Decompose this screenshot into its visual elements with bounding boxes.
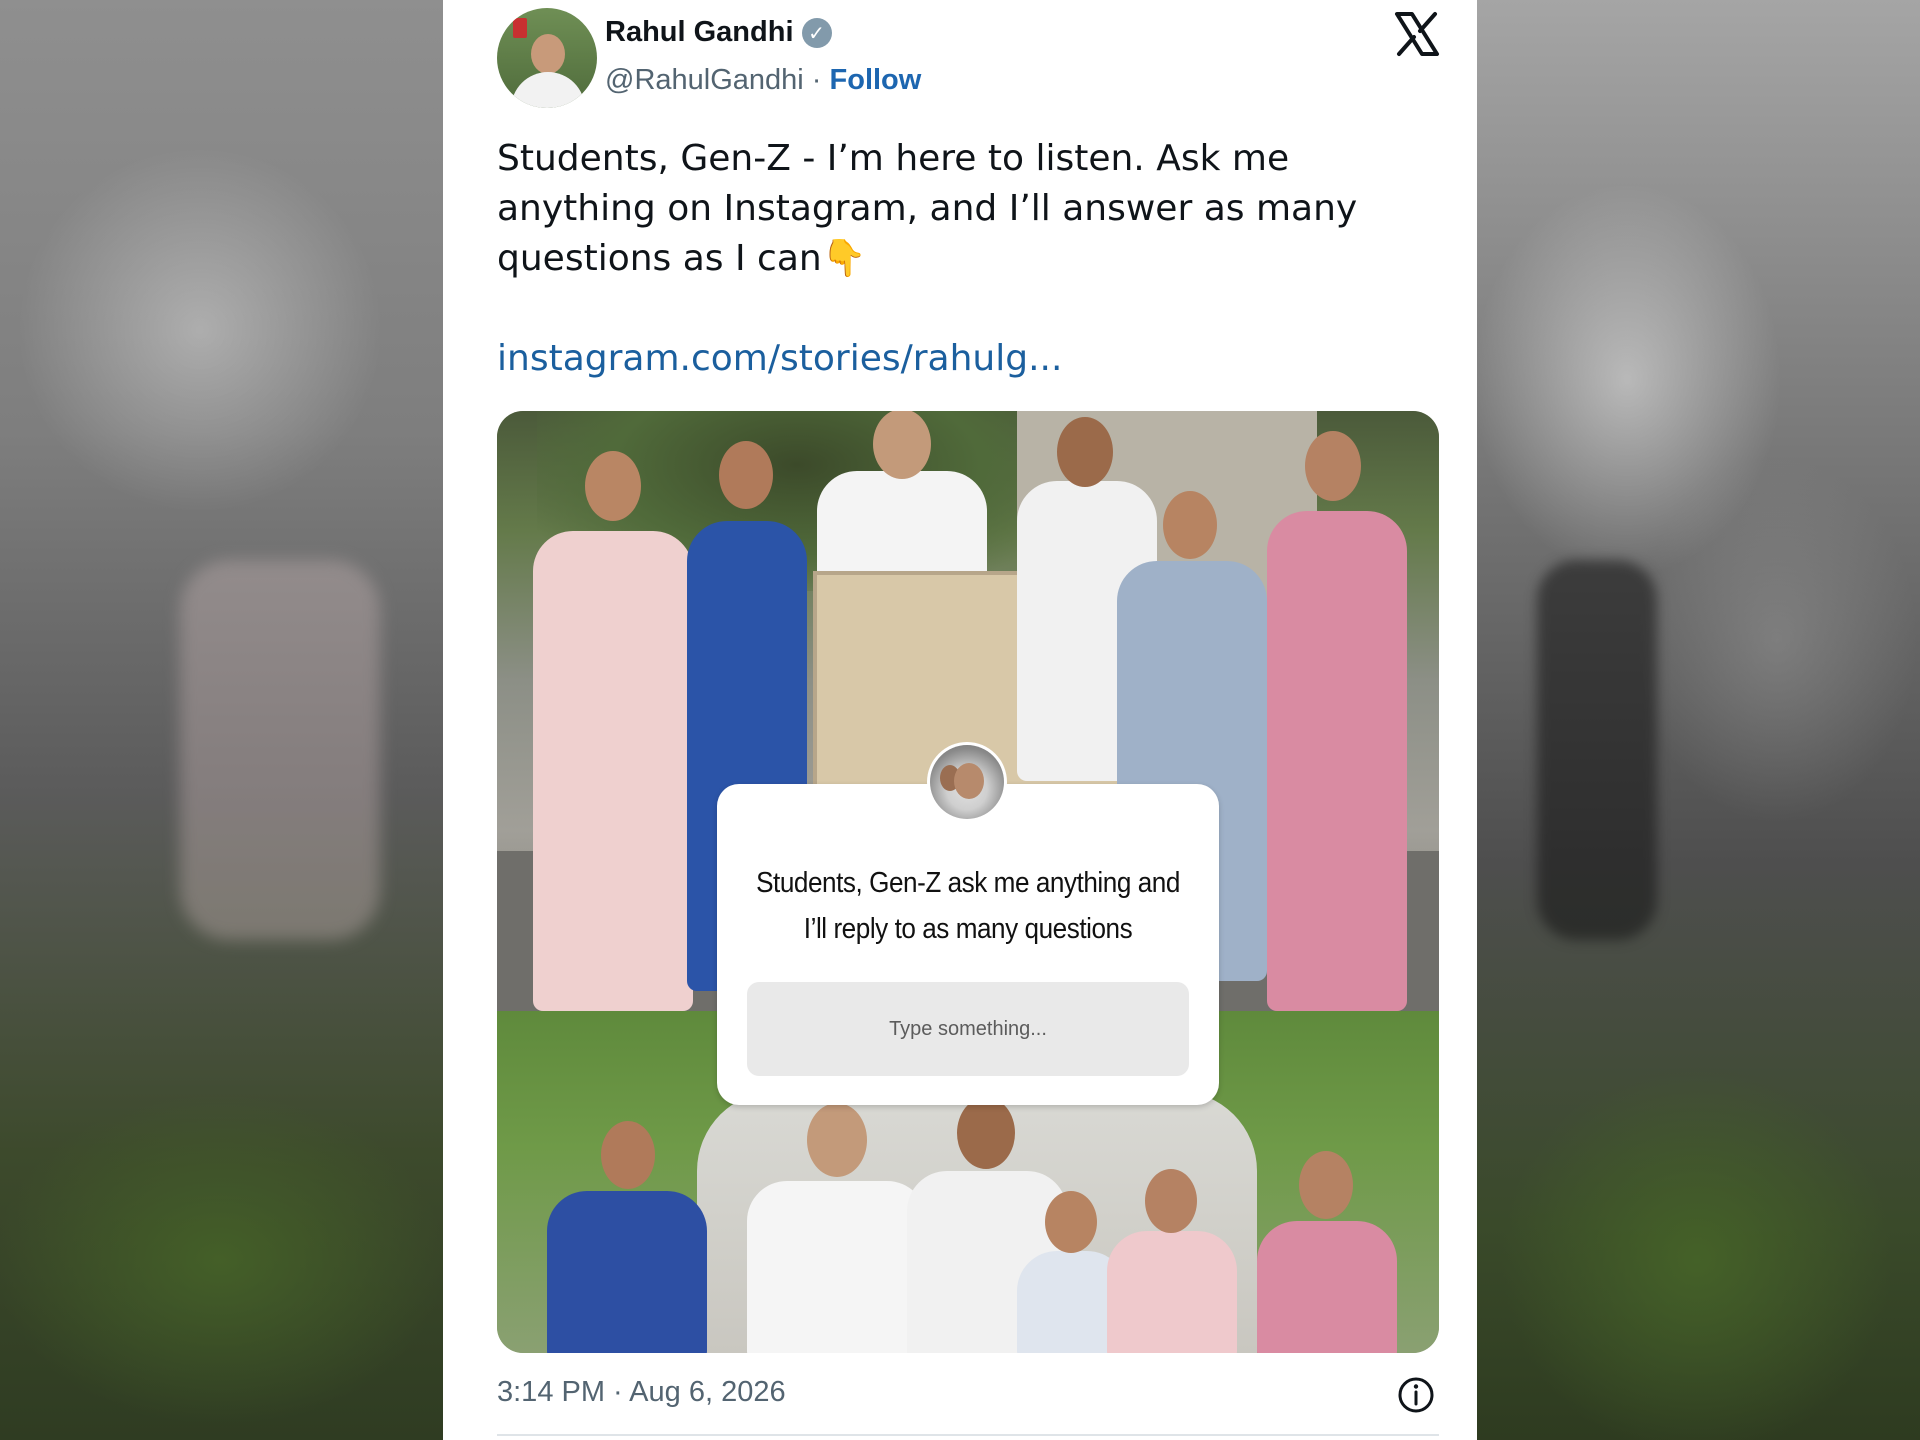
photo-person — [547, 1121, 707, 1353]
sticker-question-text: Students, Gen-Z ask me anything and I’ll… — [756, 867, 1180, 945]
story-author-avatar — [927, 742, 1007, 822]
avatar-shirt — [511, 72, 585, 108]
verified-badge-icon: ✓ — [801, 17, 832, 48]
sticker-answer-input: Type something... — [747, 982, 1189, 1076]
author-avatar[interactable] — [497, 8, 597, 108]
author-name[interactable]: Rahul Gandhi — [605, 16, 794, 49]
photo-person — [533, 451, 693, 1011]
blurred-background-right — [1477, 0, 1920, 1440]
instagram-question-sticker: Students, Gen-Z ask me anything and I’ll… — [717, 784, 1219, 1105]
tweet-card: Rahul Gandhi ✓ @RahulGandhi · Follow Stu… — [443, 0, 1477, 1440]
tweet-timestamp[interactable]: 3:14 PM · Aug 6, 2026 — [497, 1376, 786, 1409]
tweet-text: Students, Gen-Z - I’m here to listen. As… — [497, 138, 1358, 279]
photo-person — [1267, 431, 1407, 1011]
author-name-row: Rahul Gandhi ✓ — [605, 16, 832, 49]
avatar-red-card — [513, 18, 527, 38]
author-handle[interactable]: @RahulGandhi — [605, 64, 804, 96]
follow-button[interactable]: Follow — [830, 64, 922, 96]
blurred-background-left — [0, 0, 443, 1440]
instagram-story-link[interactable]: instagram.com/stories/rahulg... — [497, 338, 1062, 379]
photo-person — [1257, 1151, 1397, 1353]
bottom-divider — [497, 1434, 1439, 1436]
photo-person — [1107, 1169, 1237, 1353]
avatar-face — [531, 34, 565, 74]
info-icon[interactable] — [1397, 1376, 1435, 1414]
tweet-media-image[interactable]: Students, Gen-Z ask me anything and I’ll… — [497, 411, 1439, 1353]
photo-person — [747, 1103, 927, 1353]
author-handle-row: @RahulGandhi · Follow — [605, 64, 921, 97]
handle-separator: · — [803, 64, 830, 96]
x-logo-icon[interactable] — [1393, 10, 1441, 58]
